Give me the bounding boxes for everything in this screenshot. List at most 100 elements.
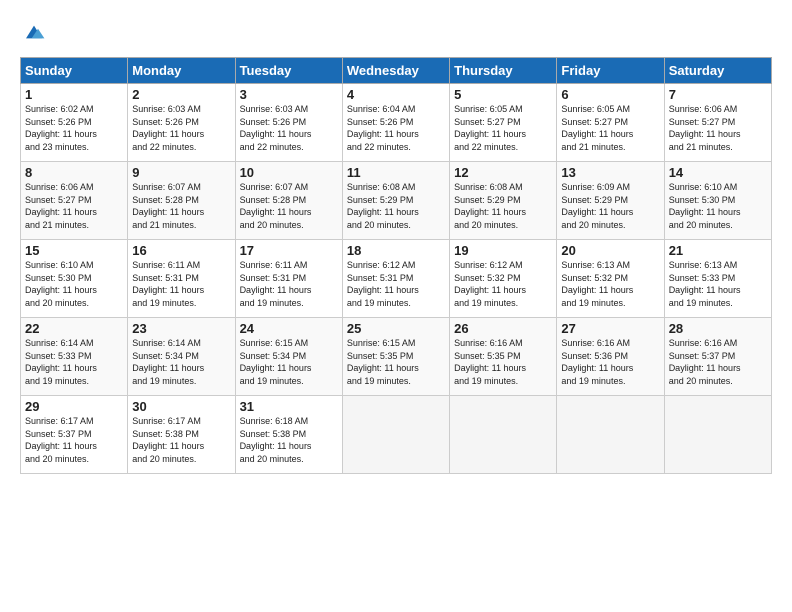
day-number: 28: [669, 321, 767, 336]
day-info: Sunrise: 6:05 AMSunset: 5:27 PMDaylight:…: [561, 103, 659, 153]
day-number: 11: [347, 165, 445, 180]
calendar: SundayMondayTuesdayWednesdayThursdayFrid…: [20, 57, 772, 474]
day-number: 31: [240, 399, 338, 414]
calendar-cell: 21Sunrise: 6:13 AMSunset: 5:33 PMDayligh…: [664, 240, 771, 318]
calendar-cell: 13Sunrise: 6:09 AMSunset: 5:29 PMDayligh…: [557, 162, 664, 240]
day-info: Sunrise: 6:13 AMSunset: 5:32 PMDaylight:…: [561, 259, 659, 309]
calendar-cell: [450, 396, 557, 474]
day-info: Sunrise: 6:18 AMSunset: 5:38 PMDaylight:…: [240, 415, 338, 465]
header-saturday: Saturday: [664, 58, 771, 84]
day-number: 15: [25, 243, 123, 258]
day-info: Sunrise: 6:04 AMSunset: 5:26 PMDaylight:…: [347, 103, 445, 153]
day-number: 30: [132, 399, 230, 414]
calendar-cell: [557, 396, 664, 474]
day-number: 22: [25, 321, 123, 336]
calendar-cell: 1Sunrise: 6:02 AMSunset: 5:26 PMDaylight…: [21, 84, 128, 162]
day-number: 16: [132, 243, 230, 258]
calendar-cell: 28Sunrise: 6:16 AMSunset: 5:37 PMDayligh…: [664, 318, 771, 396]
day-info: Sunrise: 6:03 AMSunset: 5:26 PMDaylight:…: [132, 103, 230, 153]
day-number: 23: [132, 321, 230, 336]
day-info: Sunrise: 6:12 AMSunset: 5:32 PMDaylight:…: [454, 259, 552, 309]
day-info: Sunrise: 6:15 AMSunset: 5:35 PMDaylight:…: [347, 337, 445, 387]
header-sunday: Sunday: [21, 58, 128, 84]
day-info: Sunrise: 6:05 AMSunset: 5:27 PMDaylight:…: [454, 103, 552, 153]
day-info: Sunrise: 6:13 AMSunset: 5:33 PMDaylight:…: [669, 259, 767, 309]
day-number: 17: [240, 243, 338, 258]
calendar-cell: 25Sunrise: 6:15 AMSunset: 5:35 PMDayligh…: [342, 318, 449, 396]
day-number: 25: [347, 321, 445, 336]
day-number: 24: [240, 321, 338, 336]
calendar-cell: 22Sunrise: 6:14 AMSunset: 5:33 PMDayligh…: [21, 318, 128, 396]
day-info: Sunrise: 6:16 AMSunset: 5:36 PMDaylight:…: [561, 337, 659, 387]
day-number: 2: [132, 87, 230, 102]
header-monday: Monday: [128, 58, 235, 84]
header-wednesday: Wednesday: [342, 58, 449, 84]
day-number: 27: [561, 321, 659, 336]
day-info: Sunrise: 6:16 AMSunset: 5:35 PMDaylight:…: [454, 337, 552, 387]
day-number: 12: [454, 165, 552, 180]
day-number: 26: [454, 321, 552, 336]
calendar-cell: 17Sunrise: 6:11 AMSunset: 5:31 PMDayligh…: [235, 240, 342, 318]
calendar-cell: 9Sunrise: 6:07 AMSunset: 5:28 PMDaylight…: [128, 162, 235, 240]
header-thursday: Thursday: [450, 58, 557, 84]
day-info: Sunrise: 6:12 AMSunset: 5:31 PMDaylight:…: [347, 259, 445, 309]
day-number: 19: [454, 243, 552, 258]
day-info: Sunrise: 6:08 AMSunset: 5:29 PMDaylight:…: [347, 181, 445, 231]
day-info: Sunrise: 6:09 AMSunset: 5:29 PMDaylight:…: [561, 181, 659, 231]
day-info: Sunrise: 6:06 AMSunset: 5:27 PMDaylight:…: [25, 181, 123, 231]
calendar-cell: 16Sunrise: 6:11 AMSunset: 5:31 PMDayligh…: [128, 240, 235, 318]
header-friday: Friday: [557, 58, 664, 84]
day-number: 10: [240, 165, 338, 180]
day-number: 29: [25, 399, 123, 414]
week-row-4: 22Sunrise: 6:14 AMSunset: 5:33 PMDayligh…: [21, 318, 772, 396]
day-number: 6: [561, 87, 659, 102]
day-number: 20: [561, 243, 659, 258]
calendar-body: 1Sunrise: 6:02 AMSunset: 5:26 PMDaylight…: [21, 84, 772, 474]
day-info: Sunrise: 6:10 AMSunset: 5:30 PMDaylight:…: [669, 181, 767, 231]
calendar-cell: 2Sunrise: 6:03 AMSunset: 5:26 PMDaylight…: [128, 84, 235, 162]
calendar-cell: 23Sunrise: 6:14 AMSunset: 5:34 PMDayligh…: [128, 318, 235, 396]
logo: [20, 20, 46, 49]
calendar-cell: 4Sunrise: 6:04 AMSunset: 5:26 PMDaylight…: [342, 84, 449, 162]
day-info: Sunrise: 6:07 AMSunset: 5:28 PMDaylight:…: [240, 181, 338, 231]
day-number: 7: [669, 87, 767, 102]
day-number: 21: [669, 243, 767, 258]
day-info: Sunrise: 6:17 AMSunset: 5:37 PMDaylight:…: [25, 415, 123, 465]
header-tuesday: Tuesday: [235, 58, 342, 84]
day-number: 8: [25, 165, 123, 180]
calendar-cell: 14Sunrise: 6:10 AMSunset: 5:30 PMDayligh…: [664, 162, 771, 240]
day-number: 3: [240, 87, 338, 102]
calendar-cell: 10Sunrise: 6:07 AMSunset: 5:28 PMDayligh…: [235, 162, 342, 240]
day-number: 14: [669, 165, 767, 180]
logo-icon: [22, 20, 46, 44]
calendar-cell: 11Sunrise: 6:08 AMSunset: 5:29 PMDayligh…: [342, 162, 449, 240]
calendar-cell: 19Sunrise: 6:12 AMSunset: 5:32 PMDayligh…: [450, 240, 557, 318]
day-info: Sunrise: 6:14 AMSunset: 5:33 PMDaylight:…: [25, 337, 123, 387]
calendar-cell: [342, 396, 449, 474]
day-info: Sunrise: 6:07 AMSunset: 5:28 PMDaylight:…: [132, 181, 230, 231]
calendar-cell: 24Sunrise: 6:15 AMSunset: 5:34 PMDayligh…: [235, 318, 342, 396]
calendar-cell: 20Sunrise: 6:13 AMSunset: 5:32 PMDayligh…: [557, 240, 664, 318]
week-row-3: 15Sunrise: 6:10 AMSunset: 5:30 PMDayligh…: [21, 240, 772, 318]
day-info: Sunrise: 6:11 AMSunset: 5:31 PMDaylight:…: [240, 259, 338, 309]
calendar-cell: 6Sunrise: 6:05 AMSunset: 5:27 PMDaylight…: [557, 84, 664, 162]
calendar-cell: 7Sunrise: 6:06 AMSunset: 5:27 PMDaylight…: [664, 84, 771, 162]
calendar-cell: 12Sunrise: 6:08 AMSunset: 5:29 PMDayligh…: [450, 162, 557, 240]
day-info: Sunrise: 6:03 AMSunset: 5:26 PMDaylight:…: [240, 103, 338, 153]
day-info: Sunrise: 6:02 AMSunset: 5:26 PMDaylight:…: [25, 103, 123, 153]
calendar-cell: 30Sunrise: 6:17 AMSunset: 5:38 PMDayligh…: [128, 396, 235, 474]
calendar-cell: 18Sunrise: 6:12 AMSunset: 5:31 PMDayligh…: [342, 240, 449, 318]
week-row-2: 8Sunrise: 6:06 AMSunset: 5:27 PMDaylight…: [21, 162, 772, 240]
calendar-cell: 5Sunrise: 6:05 AMSunset: 5:27 PMDaylight…: [450, 84, 557, 162]
day-info: Sunrise: 6:10 AMSunset: 5:30 PMDaylight:…: [25, 259, 123, 309]
week-row-1: 1Sunrise: 6:02 AMSunset: 5:26 PMDaylight…: [21, 84, 772, 162]
calendar-cell: 15Sunrise: 6:10 AMSunset: 5:30 PMDayligh…: [21, 240, 128, 318]
day-info: Sunrise: 6:14 AMSunset: 5:34 PMDaylight:…: [132, 337, 230, 387]
calendar-cell: 3Sunrise: 6:03 AMSunset: 5:26 PMDaylight…: [235, 84, 342, 162]
calendar-cell: 8Sunrise: 6:06 AMSunset: 5:27 PMDaylight…: [21, 162, 128, 240]
day-info: Sunrise: 6:17 AMSunset: 5:38 PMDaylight:…: [132, 415, 230, 465]
day-info: Sunrise: 6:15 AMSunset: 5:34 PMDaylight:…: [240, 337, 338, 387]
day-number: 1: [25, 87, 123, 102]
week-row-5: 29Sunrise: 6:17 AMSunset: 5:37 PMDayligh…: [21, 396, 772, 474]
day-info: Sunrise: 6:11 AMSunset: 5:31 PMDaylight:…: [132, 259, 230, 309]
